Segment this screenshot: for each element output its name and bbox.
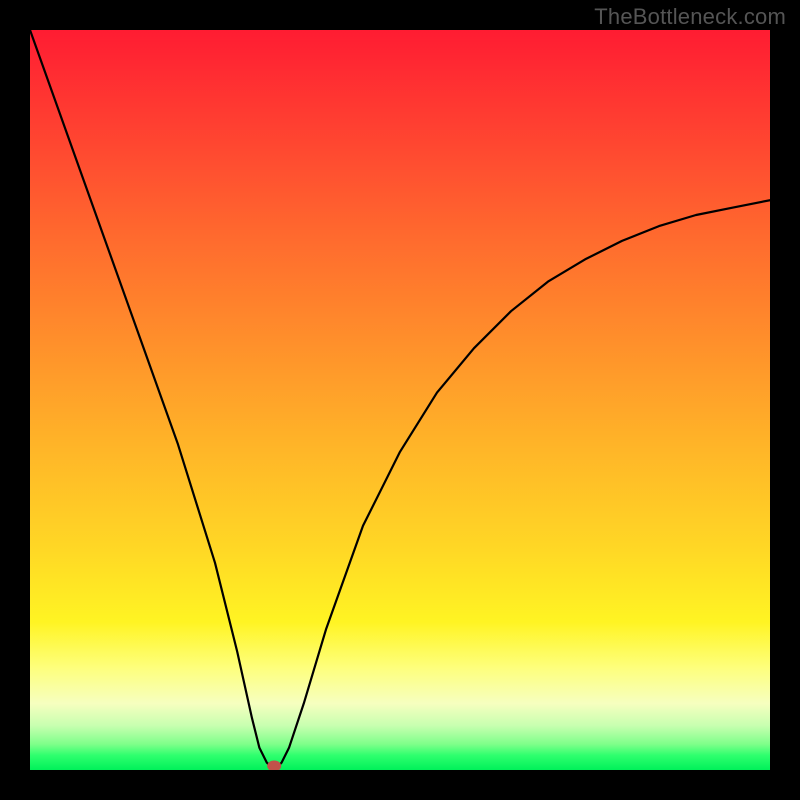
curve-svg [30, 30, 770, 770]
plot-area [30, 30, 770, 770]
watermark-text: TheBottleneck.com [594, 4, 786, 30]
bottleneck-curve [30, 30, 770, 770]
chart-frame: TheBottleneck.com [0, 0, 800, 800]
minimum-marker [267, 761, 281, 771]
